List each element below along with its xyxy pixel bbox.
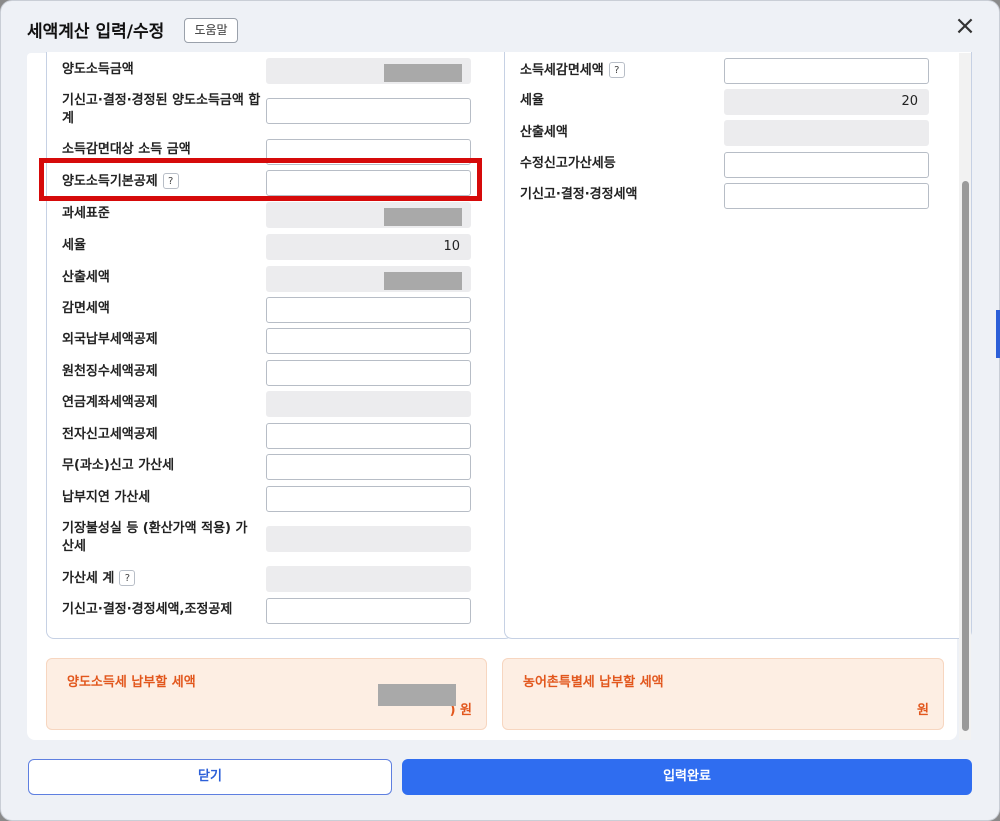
foreign-tax-credit-input[interactable]: [266, 328, 471, 354]
prior-tax-adjustment-input[interactable]: [266, 598, 471, 624]
close-icon[interactable]: ×: [953, 13, 977, 39]
redacted-value: [384, 272, 462, 290]
row-label: 납부지연 가산세: [62, 490, 151, 505]
summary-label: 양도소득세 납부할 세액: [67, 675, 196, 690]
tax-calculation-dialog: 세액계산 입력/수정 도움말 × 양도소득금액 기신고·결정·경정된 양도소득금…: [0, 0, 1000, 821]
close-button[interactable]: 닫기: [28, 759, 392, 795]
row-label: 세율: [62, 238, 86, 253]
dialog-title: 세액계산 입력/수정: [27, 22, 165, 42]
capital-gains-amount-field: [266, 58, 471, 84]
row-label: 무(과소)신고 가산세: [62, 458, 175, 473]
special-rural-tax-panel: 소득세감면세액? 세율 20 산출세액 수정신고가산세등 기신고·결정·경정세액: [504, 52, 972, 639]
background-edge: [996, 310, 1000, 358]
row-label: 외국납부세액공제: [62, 332, 158, 347]
summary-label: 농어촌특별세 납부할 세액: [523, 675, 664, 690]
row-label: 산출세액: [62, 270, 110, 285]
redacted-value: [384, 64, 462, 82]
income-tax-reduction-label: 소득세감면세액: [520, 63, 604, 78]
computed-tax-field: [266, 266, 471, 292]
row-label: 기신고·결정·경정세액,조정공제: [62, 602, 233, 617]
row-label: 원천징수세액공제: [62, 364, 158, 379]
capital-gains-tax-panel: 양도소득금액 기신고·결정·경정된 양도소득금액 합계 소득감면대상 소득 금액…: [46, 52, 513, 639]
scrollbar-thumb[interactable]: [962, 181, 969, 731]
row-label: 가산세 계?: [62, 570, 136, 588]
rural-computed-tax-field: [724, 120, 929, 146]
rural-prior-tax-input[interactable]: [724, 183, 929, 209]
row-label: 전자신고세액공제: [62, 427, 158, 442]
summary-amount: 원: [917, 703, 929, 718]
row-label: 연금계좌세액공제: [62, 395, 158, 410]
row-label: 세율: [520, 93, 544, 108]
income-tax-reduction-input[interactable]: [724, 58, 929, 84]
help-question-icon[interactable]: ?: [119, 570, 136, 586]
submit-button[interactable]: 입력완료: [402, 759, 972, 795]
penalty-total-field: [266, 566, 471, 592]
highlight-annotation: [39, 158, 482, 201]
tax-rate-value: 10: [443, 239, 460, 254]
row-label: 감면세액: [62, 301, 110, 316]
rural-tax-rate-field: 20: [724, 89, 929, 115]
withholding-credit-input[interactable]: [266, 360, 471, 386]
rural-special-tax-payable: 농어촌특별세 납부할 세액 원: [502, 658, 944, 730]
pension-credit-field: [266, 391, 471, 417]
row-label: 과세표준: [62, 206, 110, 221]
row-label: 산출세액: [520, 125, 568, 140]
non-filing-penalty-input[interactable]: [266, 454, 471, 480]
redacted-value: [378, 684, 456, 706]
row-label: 기신고·결정·경정된 양도소득금액 합계: [62, 93, 261, 126]
row-label: 기신고·결정·경정세액: [520, 187, 638, 202]
help-question-icon[interactable]: ?: [608, 62, 625, 78]
e-filing-credit-input[interactable]: [266, 423, 471, 449]
form-scroll-area[interactable]: 양도소득금액 기신고·결정·경정된 양도소득금액 합계 소득감면대상 소득 금액…: [27, 52, 972, 740]
penalty-total-label: 가산세 계: [62, 571, 115, 586]
bookkeeping-penalty-field: [266, 526, 471, 552]
row-label: 소득감면대상 소득 금액: [62, 142, 191, 157]
tax-base-field: [266, 202, 471, 228]
redacted-value: [384, 208, 462, 226]
help-button[interactable]: 도움말: [184, 18, 238, 43]
tax-rate-field: 10: [266, 234, 471, 260]
tax-reduction-input[interactable]: [266, 297, 471, 323]
late-payment-penalty-input[interactable]: [266, 486, 471, 512]
row-label: 소득세감면세액?: [520, 62, 625, 80]
prior-capital-gains-total-input[interactable]: [266, 98, 471, 124]
row-label: 기장불성실 등 (환산가액 적용) 가산세: [62, 521, 248, 554]
rural-tax-rate-value: 20: [901, 94, 918, 109]
row-label: 양도소득금액: [62, 62, 134, 77]
row-label: 수정신고가산세등: [520, 156, 616, 171]
amended-penalty-input[interactable]: [724, 152, 929, 178]
